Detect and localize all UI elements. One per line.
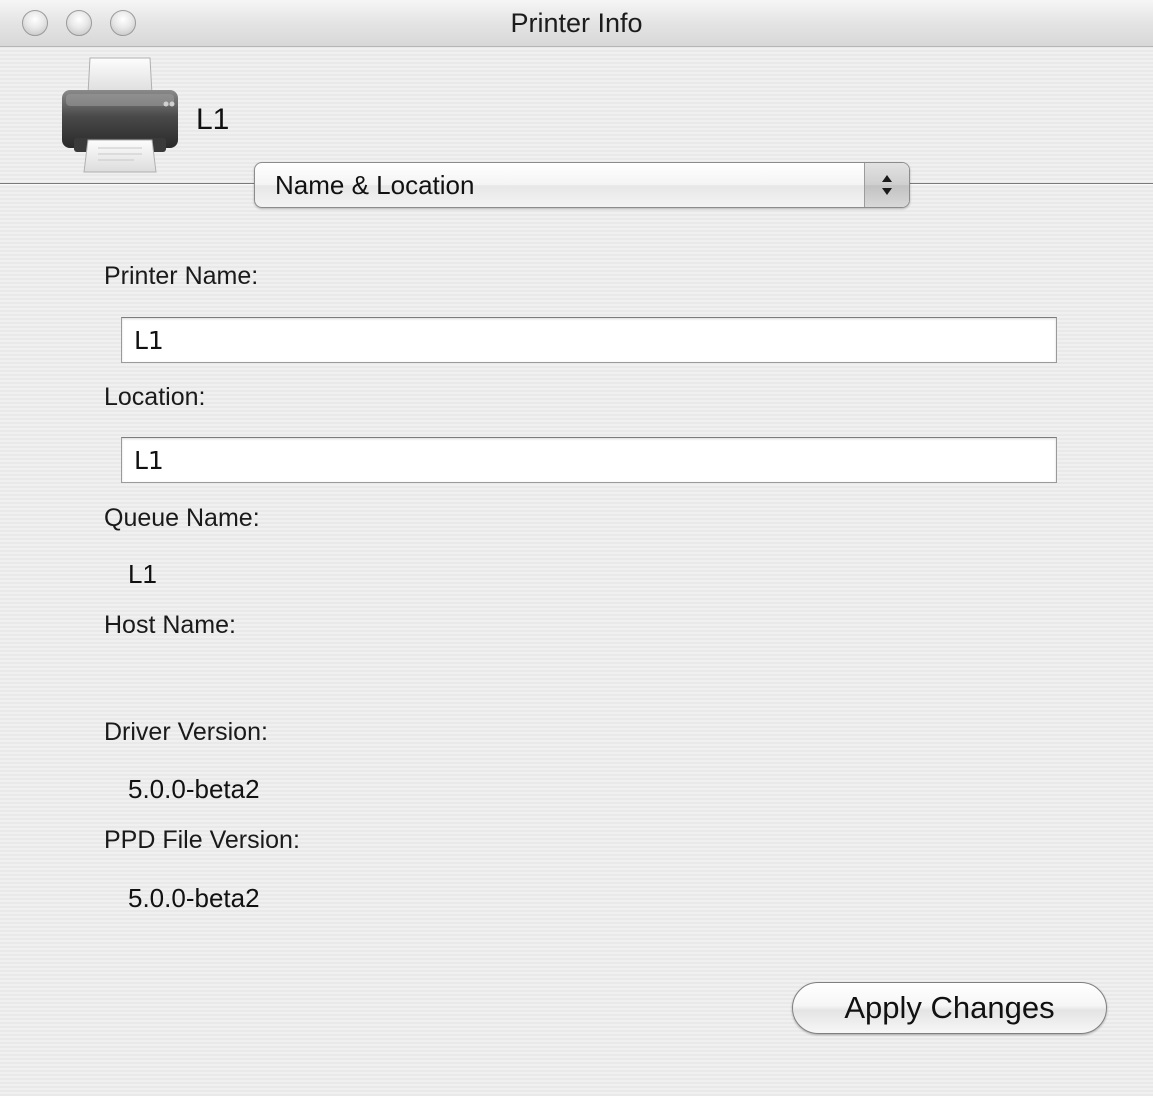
- printer-name-field[interactable]: [121, 317, 1057, 363]
- location-field[interactable]: [121, 437, 1057, 483]
- panel-selector-popup[interactable]: Name & Location: [254, 162, 910, 208]
- location-label: Location:: [104, 383, 206, 411]
- driver-version-value: 5.0.0-beta2: [128, 774, 260, 804]
- printer-icon: [58, 54, 182, 174]
- ppd-file-version-label: PPD File Version:: [104, 826, 300, 854]
- window-title: Printer Info: [510, 8, 643, 38]
- host-name-label: Host Name:: [104, 611, 236, 639]
- printer-name-label: Printer Name:: [104, 262, 259, 290]
- printer-name-heading: L1: [196, 103, 230, 136]
- driver-version-label: Driver Version:: [104, 718, 268, 746]
- panel-selector-label: Name & Location: [275, 170, 475, 200]
- ppd-file-version-value: 5.0.0-beta2: [128, 883, 260, 913]
- title-bar[interactable]: Printer Info: [0, 0, 1153, 47]
- printer-info-window: Printer Info L1 Name & Location Printer …: [0, 0, 1153, 1096]
- queue-name-label: Queue Name:: [104, 504, 260, 532]
- queue-name-value: L1: [128, 559, 157, 589]
- up-down-arrows-icon[interactable]: [864, 163, 909, 207]
- apply-changes-button[interactable]: Apply Changes: [792, 982, 1107, 1034]
